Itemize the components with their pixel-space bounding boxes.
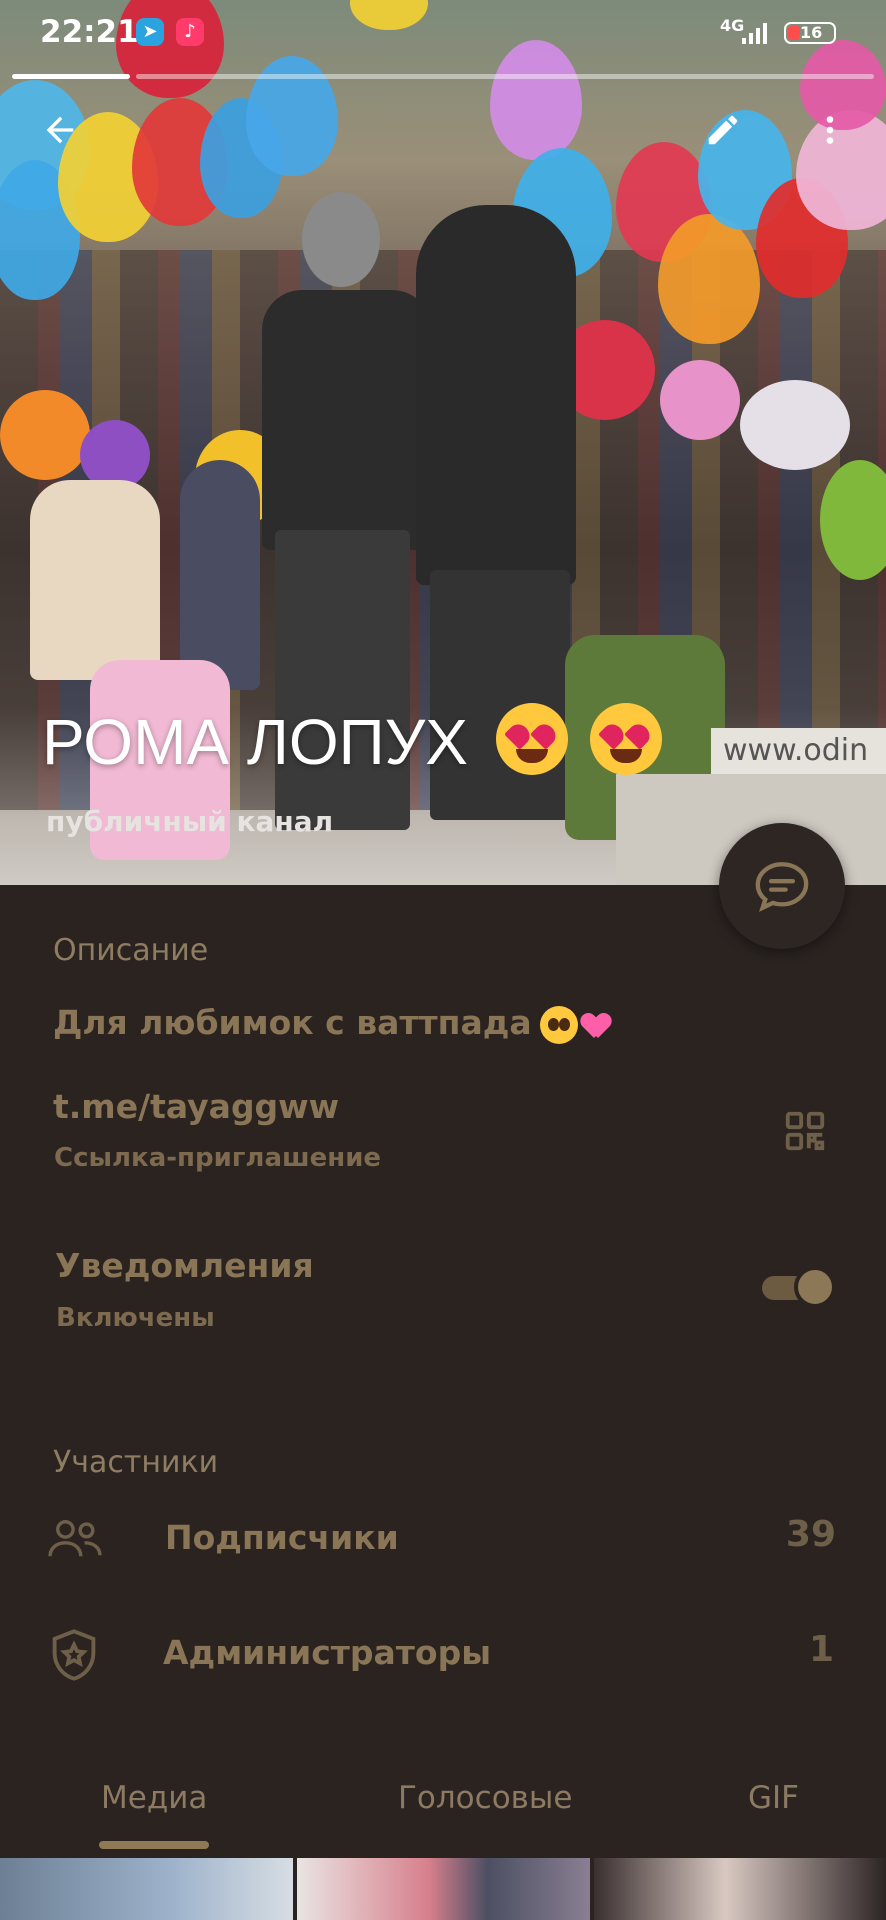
story-progress-segment <box>136 74 874 79</box>
more-menu-button[interactable] <box>800 100 860 160</box>
discussion-button[interactable] <box>719 823 845 949</box>
boy-jacket <box>262 290 432 550</box>
pleading-face-emoji-icon <box>539 1005 578 1044</box>
subscribers-row[interactable]: Подписчики 39 <box>0 1500 886 1582</box>
boy-head <box>302 192 380 287</box>
channel-type: публичный канал <box>46 805 334 838</box>
media-grid <box>0 1858 886 1920</box>
subscribers-label: Подписчики <box>165 1518 399 1557</box>
active-tab-indicator <box>99 1841 209 1849</box>
banner-text: www.odin <box>711 728 886 774</box>
qr-code-button[interactable] <box>782 1108 828 1154</box>
administrators-count: 1 <box>808 1629 834 1670</box>
flower-bouquet <box>740 380 850 470</box>
heart-eyes-emoji-icon <box>589 703 662 776</box>
more-vertical-icon <box>826 116 834 144</box>
back-button[interactable] <box>30 100 90 160</box>
edit-button[interactable] <box>693 100 753 160</box>
chat-bubble-icon <box>755 862 809 912</box>
media-thumbnail[interactable] <box>594 1858 886 1920</box>
telegram-icon: ➤ <box>136 18 164 46</box>
balloon <box>658 214 760 344</box>
pink-heart-emoji-icon <box>582 1011 610 1039</box>
description-value: Для любимок с ваттпада <box>53 1003 532 1042</box>
notifications-state: Включены <box>56 1303 215 1333</box>
signal-icon <box>742 22 768 44</box>
flower-bouquet <box>660 360 740 440</box>
status-time: 22:21 <box>40 14 139 50</box>
child-figure <box>30 480 160 680</box>
tab-gif[interactable]: GIF <box>748 1780 799 1816</box>
notifications-toggle[interactable] <box>762 1266 836 1308</box>
tab-media[interactable]: Медиа <box>101 1780 207 1816</box>
description-text: Для любимок с ваттпада <box>53 1003 610 1044</box>
qr-code-icon <box>785 1111 825 1151</box>
tab-voice[interactable]: Голосовые <box>398 1780 572 1816</box>
back-arrow-icon <box>46 116 74 144</box>
network-type: 4G <box>720 16 745 35</box>
channel-title-text: РОМА ЛОПУХ <box>42 706 468 778</box>
pencil-icon <box>708 115 738 145</box>
channel-title: РОМА ЛОПУХ <box>42 703 662 783</box>
subscribers-count: 39 <box>785 1514 836 1555</box>
flower-bouquet <box>0 390 90 480</box>
story-progress-segment <box>12 74 130 79</box>
description-label: Описание <box>53 933 209 968</box>
members-section-label: Участники <box>53 1445 219 1480</box>
media-thumbnail[interactable] <box>0 1858 293 1920</box>
invite-link-label: Ссылка-приглашение <box>54 1143 382 1173</box>
battery-icon: 16 <box>784 22 836 44</box>
administrators-row[interactable]: Администраторы 1 <box>0 1615 886 1697</box>
tiktok-icon: ♪ <box>176 18 204 46</box>
notifications-title[interactable]: Уведомления <box>55 1246 314 1285</box>
heart-eyes-emoji-icon <box>495 703 568 776</box>
boy-legs <box>275 530 410 830</box>
status-bar: 22:21 ➤ ♪ 4G 16 <box>0 0 886 64</box>
people-icon <box>48 1520 102 1557</box>
boy-puffer-jacket <box>416 205 576 585</box>
battery-level: 16 <box>800 23 823 42</box>
toggle-knob <box>794 1266 836 1308</box>
media-thumbnail[interactable] <box>297 1858 590 1920</box>
admin-shield-icon <box>52 1629 96 1681</box>
invite-link[interactable]: t.me/tayaggww <box>53 1087 339 1126</box>
child-figure <box>180 460 260 690</box>
administrators-label: Администраторы <box>163 1633 492 1672</box>
